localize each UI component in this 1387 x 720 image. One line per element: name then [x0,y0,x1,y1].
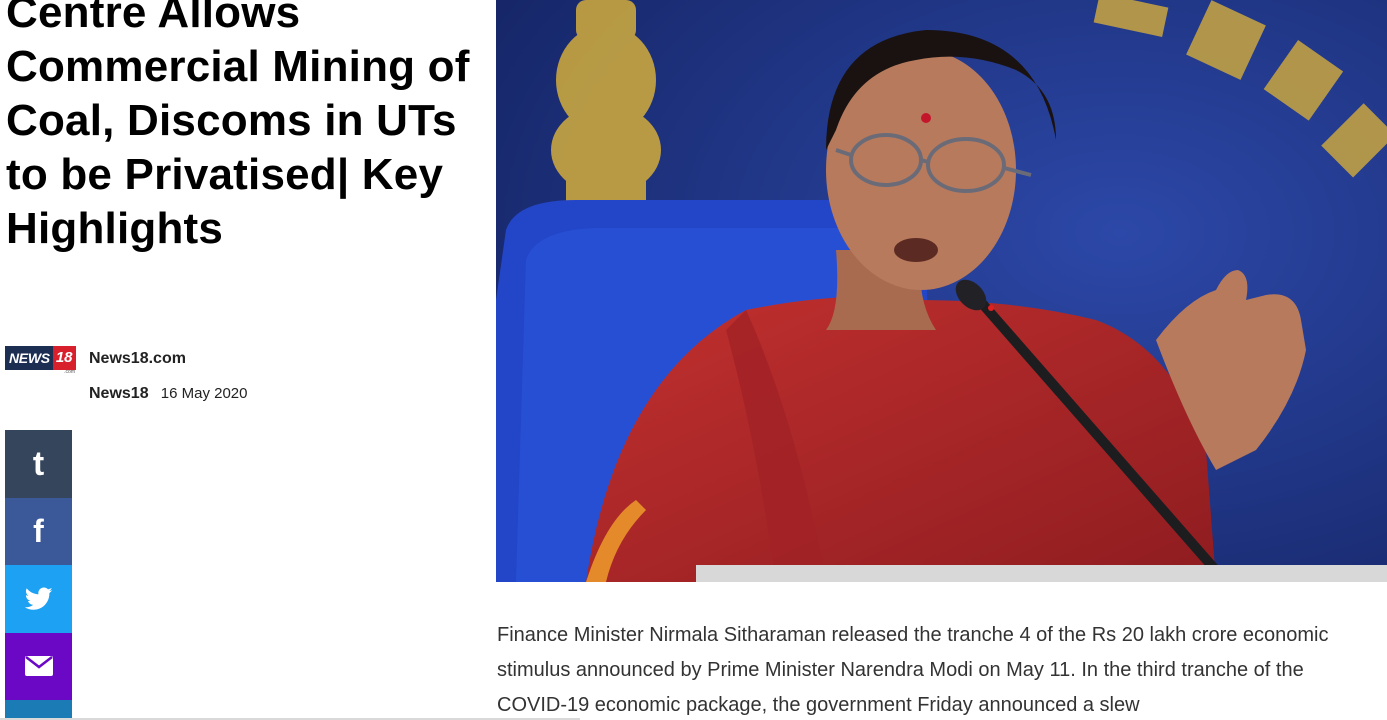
share-bar: t f [5,430,72,720]
article-hero-image [496,0,1387,582]
article-header-column: Centre Allows Commercial Mining of Coal,… [0,0,490,720]
facebook-icon: f [33,513,44,550]
source-logo[interactable]: NEWS 18 .com [5,346,76,375]
author-name[interactable]: News18 [89,385,149,402]
source-logo-number: 18 [52,346,76,370]
article-body-text: Finance Minister Nirmala Sitharaman rele… [497,624,1329,716]
source-name-link[interactable]: News18.com [89,350,186,368]
hero-photo [496,0,1387,582]
share-email-button[interactable] [5,632,72,700]
twitter-icon [24,587,53,610]
publish-date: 16 May 2020 [160,385,248,402]
byline: News18 16 May 2020 [89,385,248,403]
tumblr-icon: t [32,444,45,483]
envelope-icon [24,656,53,677]
share-facebook-button[interactable]: f [5,497,72,565]
source-logo-text: NEWS [5,346,53,370]
article-page: Centre Allows Commercial Mining of Coal,… [0,0,1387,720]
share-tumblr-button[interactable]: t [5,430,72,498]
share-twitter-button[interactable] [5,565,72,633]
article-headline: Centre Allows Commercial Mining of Coal,… [6,0,470,253]
source-logo-sub: .com [64,369,75,375]
share-more-button[interactable] [5,700,72,720]
